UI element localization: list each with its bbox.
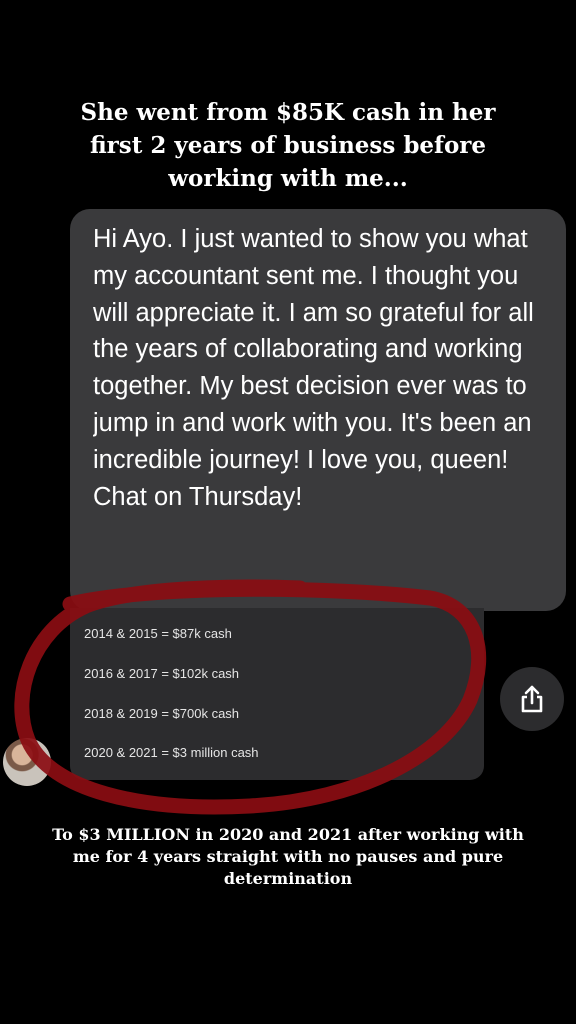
footer-line-1: To $3 MILLION in 2020 and 2021 after wor… (52, 825, 524, 844)
headline-line-1: She went from $85K cash in her (80, 99, 496, 126)
footer-line-2: me for 4 years straight with no pauses a… (72, 847, 504, 866)
headline: She went from $85K cash in her first 2 y… (30, 96, 546, 195)
footer-line-3: determination (223, 869, 353, 888)
cash-line-2018-2019: 2018 & 2019 = $700k cash (84, 706, 240, 721)
cash-line-2020-2021: 2020 & 2021 = $3 million cash (84, 745, 259, 760)
message-text: Hi Ayo. I just wanted to show you what m… (93, 225, 534, 511)
cash-line-2014-2015: 2014 & 2015 = $87k cash (84, 626, 232, 641)
cash-line-2016-2017: 2016 & 2017 = $102k cash (84, 666, 240, 681)
share-icon (521, 685, 543, 713)
headline-line-3: working with me... (168, 165, 408, 192)
headline-line-2: first 2 years of business before (89, 132, 487, 159)
share-button[interactable] (500, 667, 564, 731)
footer-caption: To $3 MILLION in 2020 and 2021 after wor… (20, 824, 556, 890)
sender-avatar[interactable] (3, 738, 51, 786)
